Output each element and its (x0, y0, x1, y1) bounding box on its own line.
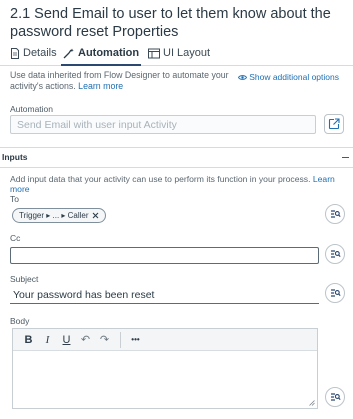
layout-icon (148, 48, 160, 59)
inputs-section-title: Inputs (2, 152, 28, 162)
automation-input[interactable]: Send Email with user input Activity (10, 115, 316, 134)
eye-icon (238, 74, 248, 80)
undo-button[interactable]: ↶ (76, 331, 95, 349)
open-external-icon (328, 118, 340, 130)
tab-automation[interactable]: Automation (61, 47, 142, 66)
tab-automation-label: Automation (78, 47, 140, 59)
collapse-icon[interactable] (342, 157, 349, 158)
tab-details-label: Details (23, 47, 57, 59)
to-pill[interactable]: Trigger ▸ ... ▸ Caller (12, 208, 106, 223)
to-field[interactable]: Trigger ▸ ... ▸ Caller (10, 207, 316, 225)
remove-icon[interactable] (92, 212, 99, 219)
subject-label: Subject (10, 274, 39, 284)
body-data-pill-picker-button[interactable] (325, 387, 345, 407)
tab-bar: Details Automation UI Layout (0, 44, 353, 66)
show-additional-options-label: Show additional options (249, 72, 339, 82)
inputs-description-text: Add input data that your activity can us… (10, 174, 313, 184)
open-automation-button[interactable] (324, 114, 344, 134)
to-data-pill-picker-button[interactable] (325, 204, 345, 224)
more-options-button[interactable]: ••• (126, 331, 145, 349)
toolbar-divider (120, 331, 121, 348)
inputs-section-header[interactable]: Inputs (0, 147, 353, 167)
data-pill-picker-icon (330, 210, 341, 218)
editor-toolbar: B I U ↶ ↷ ••• (13, 329, 317, 351)
body-label: Body (10, 316, 30, 326)
show-additional-options-link[interactable]: Show additional options (238, 72, 339, 82)
data-pill-picker-icon (330, 250, 341, 258)
tab-details[interactable]: Details (10, 47, 57, 66)
bold-button[interactable]: B (19, 331, 38, 349)
cc-input[interactable] (10, 247, 319, 264)
cc-data-pill-picker-button[interactable] (325, 244, 345, 264)
automation-icon (63, 48, 74, 59)
cc-label: Cc (10, 233, 21, 243)
resize-handle-icon[interactable] (309, 400, 315, 406)
inputs-description: Add input data that your activity can us… (10, 174, 353, 194)
data-pill-picker-icon (330, 393, 341, 401)
automation-info: Use data inherited from Flow Designer to… (10, 70, 230, 92)
to-pill-label: Trigger ▸ ... ▸ Caller (19, 211, 89, 220)
underline-button[interactable]: U (57, 331, 76, 349)
document-icon (11, 48, 19, 59)
body-editor[interactable]: B I U ↶ ↷ ••• (12, 328, 318, 409)
page-title: 2.1 Send Email to user to let them know … (10, 6, 331, 40)
automation-label: Automation (10, 104, 53, 114)
to-label: To (10, 194, 19, 204)
section-divider (0, 167, 353, 168)
subject-input[interactable]: Your password has been reset (10, 287, 319, 304)
data-pill-picker-icon (330, 289, 341, 297)
tab-ui-layout[interactable]: UI Layout (148, 47, 210, 66)
redo-button[interactable]: ↷ (95, 331, 114, 349)
tab-ui-layout-label: UI Layout (163, 47, 211, 59)
italic-button[interactable]: I (38, 331, 57, 349)
learn-more-link[interactable]: Learn more (78, 81, 123, 91)
subject-data-pill-picker-button[interactable] (325, 283, 345, 303)
